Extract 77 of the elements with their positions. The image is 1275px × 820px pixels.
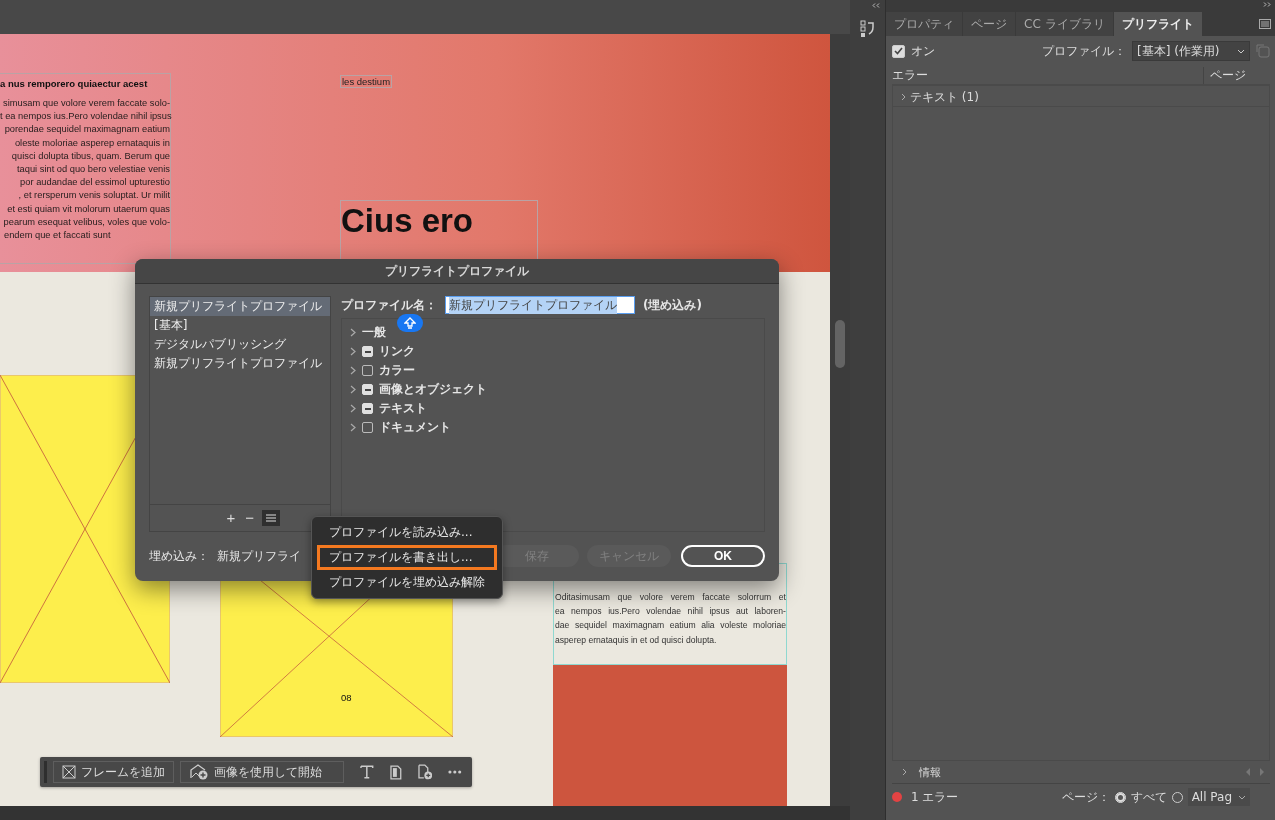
text-tool-icon[interactable] xyxy=(360,765,374,779)
expand-icon[interactable] xyxy=(1263,2,1271,7)
profile-item[interactable]: デジタルパブリッシング xyxy=(150,335,330,354)
headline: Cius ero xyxy=(341,201,475,241)
menu-item[interactable]: プロファイルを埋め込み解除 xyxy=(317,570,497,595)
column-header: エラー xyxy=(892,66,929,84)
body-text: simusam que volore verem faccate solo- t ea nempos ius.Pero volendae nihil ipsus porendae sequidel maximagnam eatium oleste moloriae asperep ernataquis in quisci dolupta tibus, quam. Berum que taqui sint od quo bero velestiae venis por audandae del essimol upturestio , et rersperum venis soluptat. Ur milit et esti quiam vit molorum utaerum quas pearum esequat velibus, voles que volo- endem que et faccati sunt xyxy=(0,97,170,243)
frame-icon xyxy=(61,765,76,779)
panel-menu-icon[interactable] xyxy=(1259,19,1271,29)
embedded-note: (埋め込み) xyxy=(643,296,702,314)
chevron-icon[interactable] xyxy=(350,328,356,337)
panel-tab[interactable]: プリフライト xyxy=(1113,12,1202,36)
checkbox[interactable] xyxy=(892,44,905,58)
profile-item[interactable]: 新規プリフライトプロファイル xyxy=(150,297,330,316)
scrollbar-thumb[interactable] xyxy=(835,320,845,368)
error-status-dot xyxy=(892,792,902,802)
add-frame-button[interactable]: フレームを追加 xyxy=(52,761,174,783)
checkbox-label: オン xyxy=(911,42,935,60)
category-label: 一般 xyxy=(362,324,386,341)
checkbox[interactable] xyxy=(362,403,373,414)
embed-label: 埋め込み： xyxy=(149,547,209,565)
menu-icon xyxy=(266,513,276,522)
info-section[interactable]: 情報 xyxy=(902,764,941,780)
checkbox[interactable] xyxy=(362,384,373,395)
profile-label: プロファイル： xyxy=(1042,42,1126,60)
preflight-tool-icon[interactable] xyxy=(860,20,876,38)
panel-tab[interactable]: プロパティ xyxy=(886,12,962,36)
embed-value: 新規プリフライ xyxy=(217,547,301,565)
page-number: 08 xyxy=(341,692,352,703)
column-header: ページ xyxy=(1203,66,1270,84)
category-label: リンク xyxy=(379,343,415,360)
heading: a nus remporero quiaectur acest xyxy=(0,78,149,89)
profile-item[interactable]: 新規プリフライトプロファイル xyxy=(150,354,330,373)
collapse-icon[interactable] xyxy=(872,3,880,8)
chevron-icon[interactable] xyxy=(350,385,356,394)
chevron-icon[interactable] xyxy=(350,423,356,432)
ok-button[interactable]: OK xyxy=(681,545,765,568)
checkbox[interactable] xyxy=(362,365,373,376)
chevron-icon[interactable] xyxy=(350,404,356,413)
checkbox[interactable] xyxy=(362,346,373,357)
page-range-dropdown[interactable]: All Pag xyxy=(1187,788,1250,806)
chevron-icon xyxy=(901,93,906,101)
add-page-icon[interactable] xyxy=(417,764,433,780)
profile-name-field[interactable]: 新規プリフライトプロファイル xyxy=(445,296,635,314)
page-label: ページ： xyxy=(1061,788,1110,806)
category-label: カラー xyxy=(379,362,415,379)
radio-label: すべて xyxy=(1130,788,1167,806)
remove-button[interactable]: − xyxy=(243,510,256,525)
category-label: ドキュメント xyxy=(379,419,451,436)
radio-button[interactable] xyxy=(1114,791,1126,803)
chevron-icon[interactable] xyxy=(350,366,356,375)
panel-tab[interactable]: ページ xyxy=(963,12,1015,36)
chevron-icon[interactable] xyxy=(350,347,356,356)
menu-item[interactable]: プロファイルを書き出し... xyxy=(317,545,497,570)
error-count: 1 エラー xyxy=(911,788,959,806)
panel-tab[interactable]: CC ライブラリ xyxy=(1016,12,1113,36)
profile-dropdown[interactable]: [基本] (作業用) xyxy=(1132,41,1250,61)
caret-icon xyxy=(1237,48,1245,54)
page-icon[interactable] xyxy=(389,764,402,780)
menu-button[interactable] xyxy=(262,509,280,526)
image-add-icon xyxy=(188,764,209,780)
add-button[interactable]: + xyxy=(224,510,238,525)
start-with-image-button[interactable]: 画像を使用して開始 xyxy=(179,761,345,783)
text-frame: les destium xyxy=(340,75,393,88)
chevron-icon xyxy=(902,768,907,776)
category-label: テキスト xyxy=(379,400,427,417)
error-item[interactable]: テキスト (1) xyxy=(893,88,1269,107)
shift-icon xyxy=(404,317,416,329)
checkbox[interactable] xyxy=(362,422,373,433)
menu-item[interactable]: プロファイルを読み込み... xyxy=(317,520,497,545)
profile-item[interactable]: [基本] xyxy=(150,316,330,335)
more-icon[interactable] xyxy=(448,770,462,774)
field-label: プロファイル名： xyxy=(341,296,437,314)
dialog-title: プリフライトプロファイル xyxy=(135,259,779,284)
caret-icon xyxy=(1238,794,1246,800)
category-label: 画像とオブジェクト xyxy=(379,381,487,398)
body-text: Oditasimusam que volore verem faccate solorrum et ea nempos ius.Pero volendae nihil ipsus aut laboren- dae sequidel maximagnam eatium alia voleste moloriae asperep ernataquis in et od quisci dolupta. xyxy=(555,591,786,647)
